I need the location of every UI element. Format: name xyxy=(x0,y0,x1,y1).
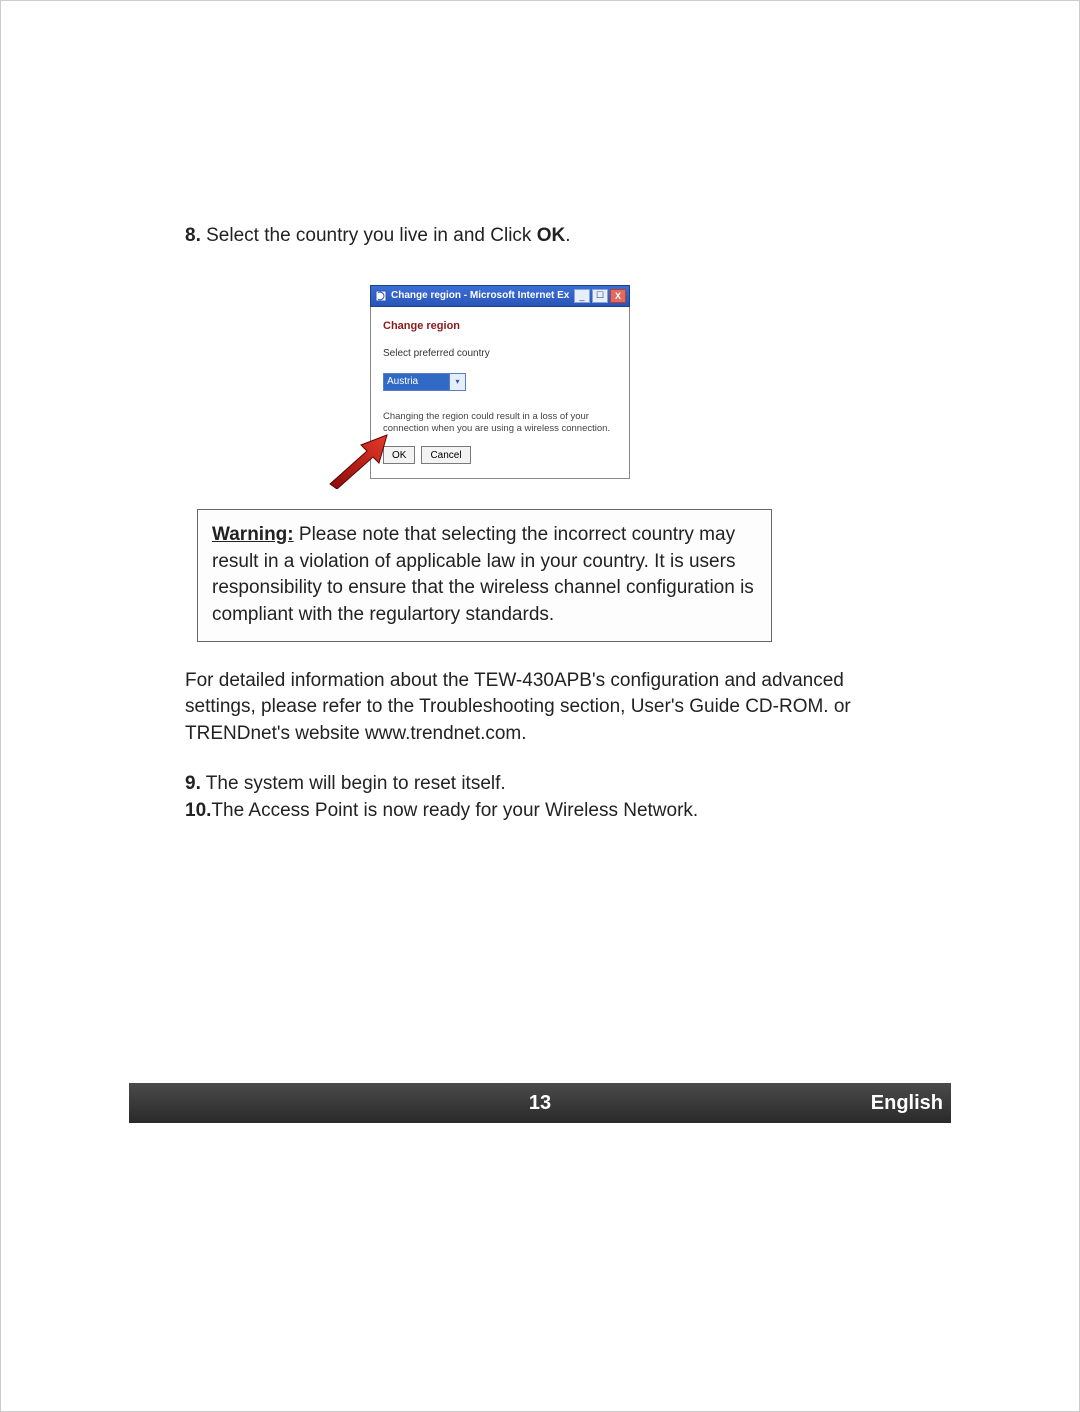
warning-text: Please note that selecting the incorrect… xyxy=(212,524,754,625)
dialog-title: Change region - Microsoft Internet Ex… xyxy=(391,290,570,301)
warning-label: Warning: xyxy=(212,524,294,545)
dialog-heading: Change region xyxy=(383,320,617,332)
ok-button[interactable]: OK xyxy=(383,446,415,464)
ie-icon xyxy=(375,290,387,302)
page-content: 8. Select the country you live in and Cl… xyxy=(185,223,865,825)
dialog-body: Change region Select preferred country A… xyxy=(370,307,630,480)
close-button[interactable]: X xyxy=(610,289,626,303)
minimize-button[interactable]: _ xyxy=(574,289,590,303)
detail-paragraph: For detailed information about the TEW-4… xyxy=(185,668,865,748)
document-page: 8. Select the country you live in and Cl… xyxy=(0,0,1080,1412)
cancel-button[interactable]: Cancel xyxy=(421,446,470,464)
warning-box: Warning: Please note that selecting the … xyxy=(197,509,772,641)
page-language: English xyxy=(871,1092,943,1115)
step-8-text-after: . xyxy=(565,225,570,246)
country-select-value: Austria xyxy=(384,374,449,390)
region-note: Changing the region could result in a lo… xyxy=(383,411,617,437)
step-9: 9. The system will begin to reset itself… xyxy=(185,771,865,798)
step-8-bold: OK xyxy=(537,225,566,246)
step-8: 8. Select the country you live in and Cl… xyxy=(185,223,865,249)
change-region-dialog: Change region - Microsoft Internet Ex… _… xyxy=(370,285,630,480)
page-footer: 13 English xyxy=(129,1083,951,1123)
steps-9-10: 9. The system will begin to reset itself… xyxy=(185,771,865,824)
step-9-text: The system will begin to reset itself. xyxy=(201,773,506,794)
step-10-number: 10. xyxy=(185,800,211,821)
step-10-text: The Access Point is now ready for your W… xyxy=(211,800,698,821)
step-8-number: 8. xyxy=(185,225,201,246)
window-buttons: _ ☐ X xyxy=(574,289,626,303)
page-number: 13 xyxy=(529,1092,551,1115)
chevron-down-icon: ▾ xyxy=(449,374,465,390)
step-10: 10.The Access Point is now ready for you… xyxy=(185,798,865,825)
maximize-button[interactable]: ☐ xyxy=(592,289,608,303)
step-8-text-before: Select the country you live in and Click xyxy=(201,225,537,246)
step-9-number: 9. xyxy=(185,773,201,794)
dialog-buttons: OK Cancel xyxy=(383,446,617,464)
dialog-titlebar: Change region - Microsoft Internet Ex… _… xyxy=(370,285,630,307)
country-label: Select preferred country xyxy=(383,348,617,359)
country-select[interactable]: Austria ▾ xyxy=(383,373,466,391)
